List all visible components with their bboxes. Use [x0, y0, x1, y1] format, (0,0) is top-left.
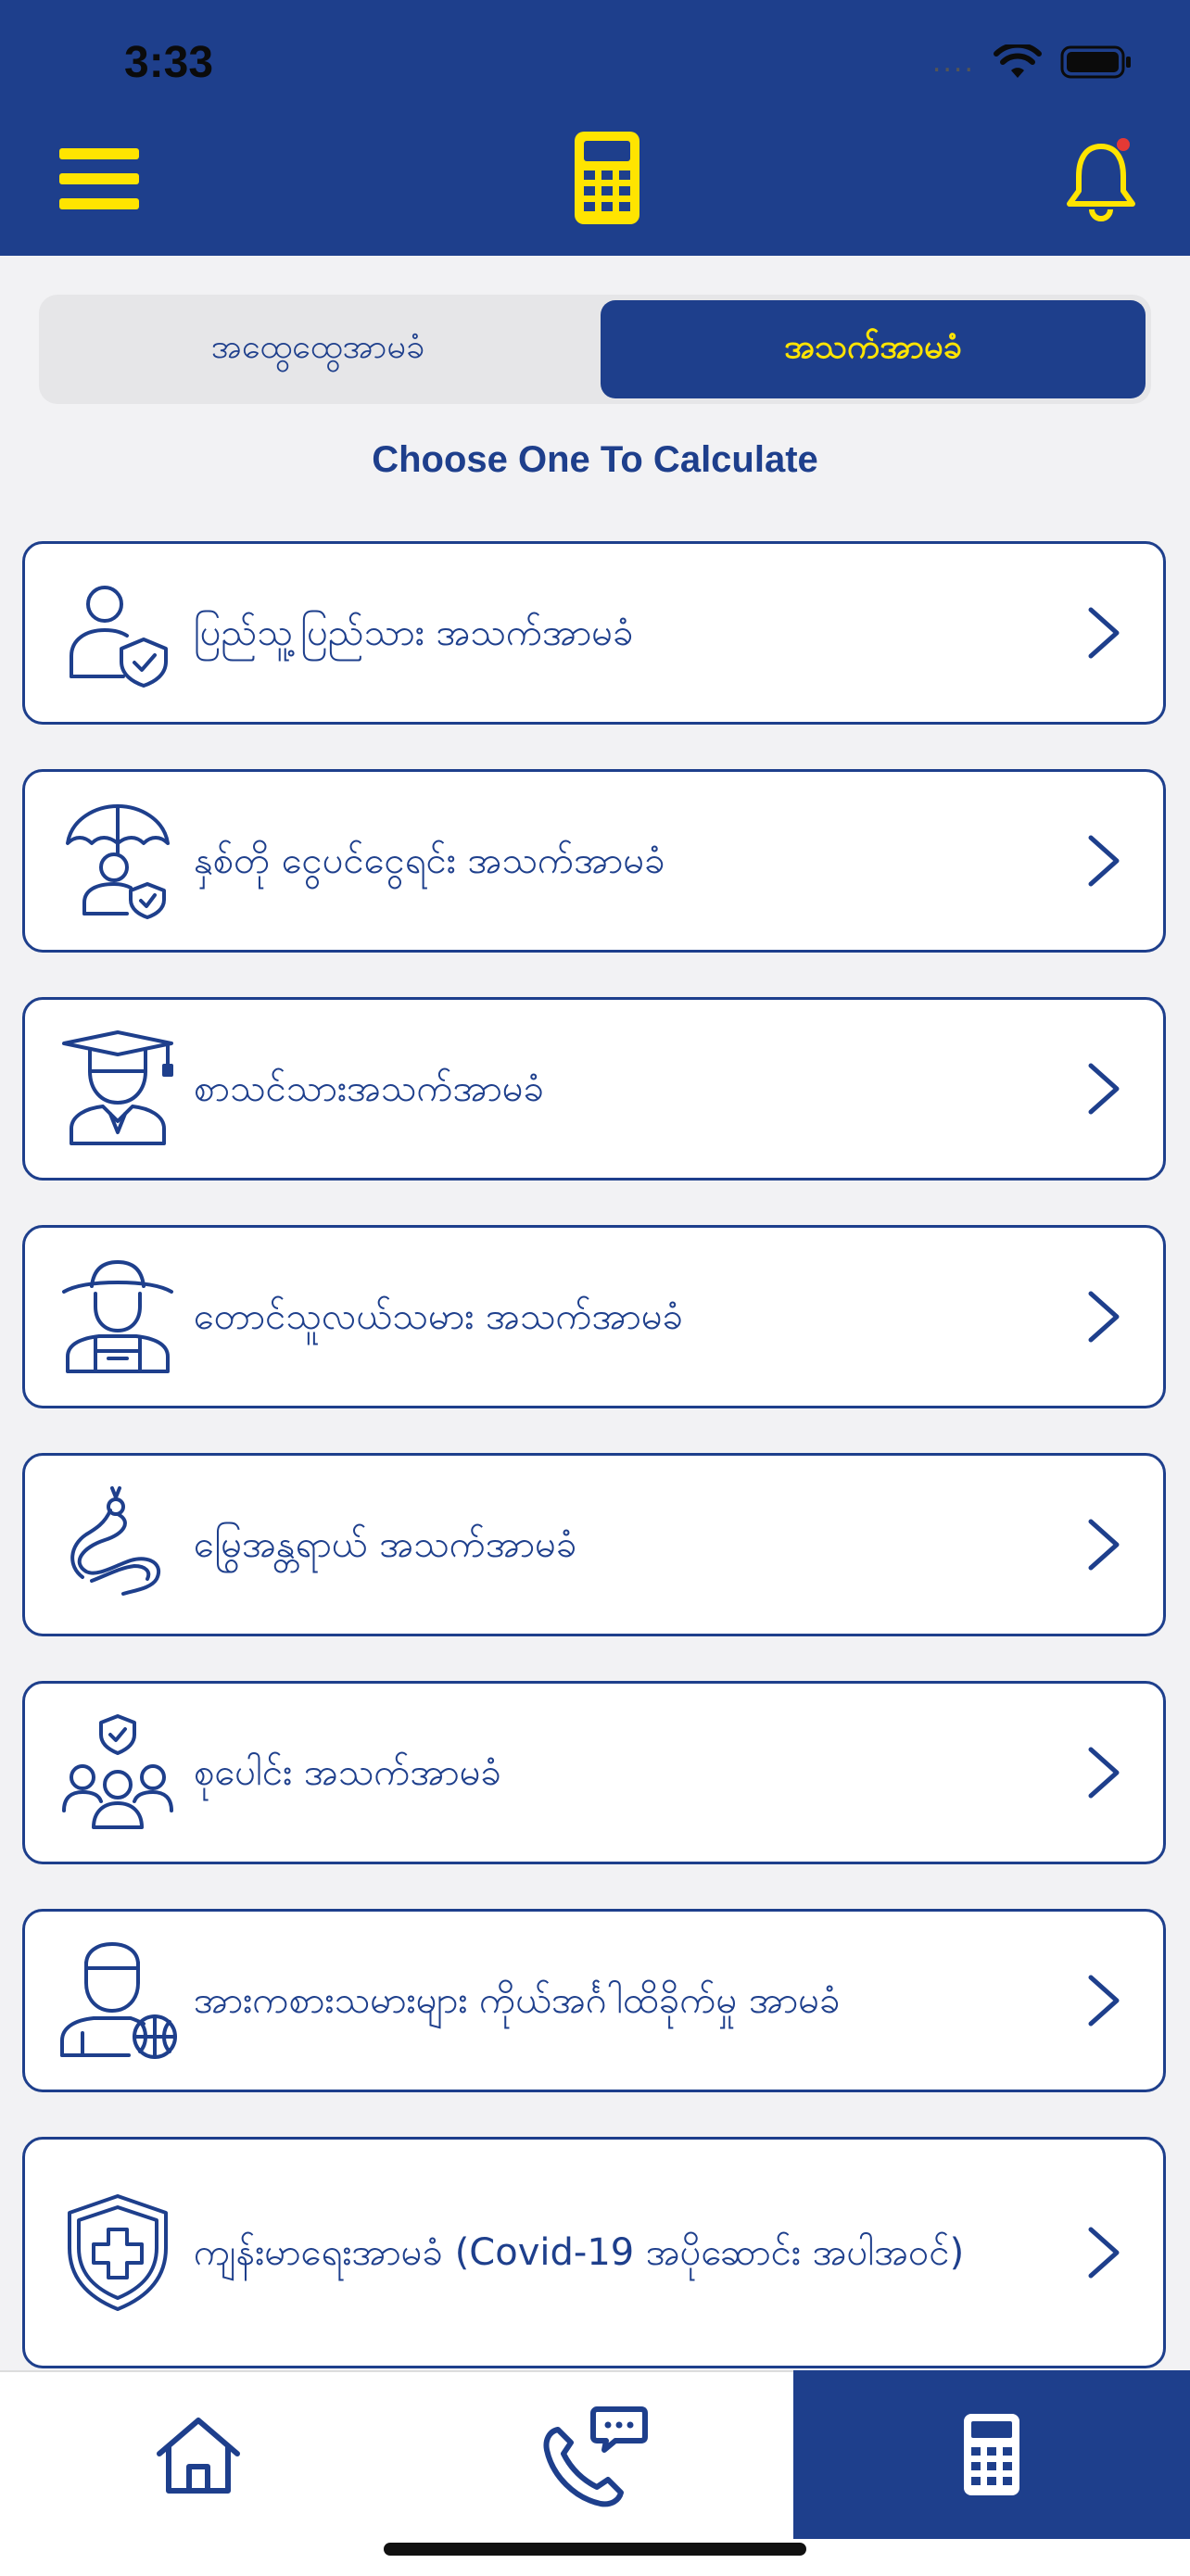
list-item-short-term-endowment[interactable]: နှစ်တို ငွေပင်ငွေရင်း အသက်အာမခံ	[22, 769, 1166, 953]
calculator-icon	[964, 2414, 1019, 2495]
group-shield-icon	[62, 1714, 173, 1829]
hamburger-menu-icon[interactable]	[59, 148, 139, 209]
section-heading: Choose One To Calculate	[372, 439, 818, 480]
chevron-right-icon	[1088, 2227, 1120, 2279]
status-time: 3:33	[124, 38, 214, 87]
app-header: 3:33 ....	[0, 0, 1190, 256]
chevron-right-icon	[1088, 1975, 1120, 2027]
wifi-icon	[994, 44, 1042, 78]
insurance-type-segment: အထွေထွေအာမခံ အသက်အာမခံ	[39, 295, 1151, 404]
person-shield-icon	[70, 586, 168, 688]
list-item-label: နှစ်တို ငွေပင်ငွေရင်း အသက်အာမခံ	[194, 840, 665, 882]
list-item-label: ကျန်းမာရေးအာမခံ (Covid-19 အပိုဆောင်း အပါ…	[194, 2231, 965, 2274]
status-icons: ....	[932, 44, 1134, 80]
chevron-right-icon	[1088, 607, 1120, 659]
list-item-snake-bite[interactable]: မြွေအန္တရာယ် အသက်အာမခံ	[22, 1453, 1166, 1636]
list-item-label: မြွေအန္တရာယ် အသက်အာမခံ	[194, 1523, 577, 1566]
list-item-public-life[interactable]: ပြည်သူ့ပြည်သား အသက်အာမခံ	[22, 541, 1166, 725]
athlete-basketball-icon	[60, 1942, 177, 2059]
list-item-label: စုပေါင်း အသက်အာမခံ	[194, 1751, 502, 1794]
umbrella-person-icon	[66, 804, 170, 919]
chevron-right-icon	[1088, 1063, 1120, 1115]
cellular-signal: ....	[931, 45, 975, 79]
chevron-right-icon	[1088, 1747, 1120, 1799]
bottom-nav	[0, 2370, 1190, 2576]
notification-badge	[1117, 138, 1130, 151]
list-item-label: ပြည်သူ့ပြည်သား အသက်အာမခံ	[194, 612, 634, 654]
list-item-group-life[interactable]: စုပေါင်း အသက်အာမခံ	[22, 1681, 1166, 1864]
nav-contact[interactable]	[397, 2372, 793, 2539]
calculator-icon[interactable]	[573, 130, 641, 226]
chevron-right-icon	[1088, 1519, 1120, 1571]
farmer-icon	[62, 1260, 173, 1373]
tab-life-insurance[interactable]: အသက်အာမခံ	[601, 300, 1146, 398]
home-indicator	[384, 2543, 806, 2556]
tab-general-insurance[interactable]: အထွေထွေအာမခံ	[44, 300, 591, 398]
list-item-label: စာသင်သားအသက်အာမခံ	[194, 1067, 545, 1110]
chevron-right-icon	[1088, 1291, 1120, 1343]
snake-icon	[70, 1486, 160, 1596]
list-item-label: အားကစားသမားများ ကိုယ်အင်္ဂါထိခိုက်မှု အာ…	[194, 1979, 841, 2022]
bell-icon[interactable]	[1064, 137, 1138, 222]
list-item-sportsman-injury[interactable]: အားကစားသမားများ ကိုယ်အင်္ဂါထိခိုက်မှု အာ…	[22, 1909, 1166, 2092]
home-icon	[157, 2418, 240, 2494]
list-item-health-insurance[interactable]: ကျန်းမာရေးအာမခံ (Covid-19 အပိုဆောင်း အပါ…	[22, 2137, 1166, 2368]
list-item-label: တောင်သူလယ်သမား အသက်အာမခံ	[194, 1295, 684, 1338]
nav-home[interactable]	[0, 2372, 397, 2539]
phone-chat-icon	[543, 2406, 648, 2507]
list-item-farmer-life[interactable]: တောင်သူလယ်သမား အသက်အာမခံ	[22, 1225, 1166, 1408]
list-item-student-life[interactable]: စာသင်သားအသက်အာမခံ	[22, 997, 1166, 1181]
battery-icon	[1060, 45, 1131, 79]
chevron-right-icon	[1088, 835, 1120, 887]
graduate-student-icon	[62, 1030, 173, 1145]
nav-calculator[interactable]	[793, 2370, 1190, 2539]
health-shield-cross-icon	[68, 2194, 168, 2311]
